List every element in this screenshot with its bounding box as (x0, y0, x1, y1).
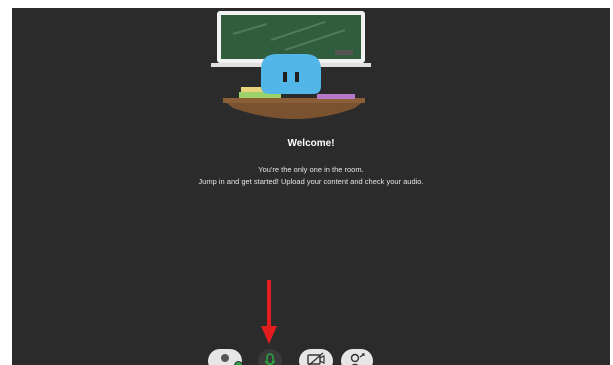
classroom-illustration (211, 11, 371, 119)
welcome-title: Welcome! (287, 138, 335, 149)
share-audio-button[interactable] (258, 349, 282, 365)
share-content-icon (350, 353, 365, 365)
red-arrow-annotation (261, 280, 277, 344)
welcome-message-line-2: Jump in and get started! Upload your con… (198, 177, 424, 186)
my-settings-button[interactable] (208, 349, 243, 365)
share-content-button[interactable] (341, 349, 373, 365)
welcome-message-line-1: You're the only one in the room. (258, 165, 364, 174)
camera-off-icon (307, 352, 325, 365)
user-avatar-icon (221, 354, 229, 362)
session-controls-bar (12, 345, 610, 365)
session-room: Welcome! You're the only one in the room… (12, 8, 610, 365)
share-video-button[interactable] (299, 349, 333, 365)
microphone-icon (264, 353, 276, 365)
status-dot (234, 361, 243, 365)
